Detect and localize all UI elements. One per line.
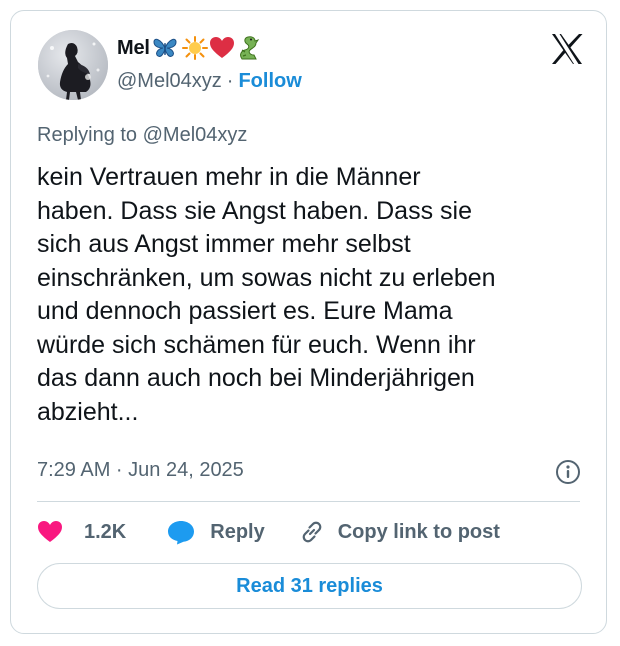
like-button[interactable]: 1.2K [37,520,126,544]
separator: · [226,70,234,92]
link-icon [299,519,325,545]
follow-button[interactable]: Follow [238,70,301,93]
dragon-icon [236,35,262,61]
heart-icon [209,36,235,60]
reply-context[interactable]: Replying to @Mel04xyz [37,124,247,147]
like-count: 1.2K [84,520,127,543]
reply-bubble-icon [167,519,195,545]
heart-icon [37,520,63,544]
timestamp[interactable]: 7:29 AM · Jun 24, 2025 [37,459,244,482]
author-name-row[interactable]: Mel [117,34,262,62]
tweet-card: Mel @Mel04xyz · Follow Replying to @Mel0… [10,10,607,634]
copy-link-button[interactable]: Copy link to post [299,519,500,545]
avatar[interactable] [38,30,108,100]
read-replies-label: Read 31 replies [236,574,383,597]
display-name[interactable]: Mel [117,37,150,60]
reply-label: Reply [210,520,265,543]
butterfly-icon [153,37,177,59]
name-emojis [153,35,262,61]
action-bar: 1.2K Reply Copy link to post [37,517,500,547]
tweet-text: kein Vertrauen mehr in die Männer haben.… [37,163,496,426]
x-logo-icon[interactable] [550,33,584,65]
divider [37,501,580,502]
reply-button[interactable]: Reply [167,519,265,545]
sun-icon [181,36,208,60]
copy-link-label: Copy link to post [337,520,500,543]
author-handle-row: @Mel04xyz · Follow [117,70,302,93]
info-icon[interactable] [555,459,581,485]
author-handle[interactable]: @Mel04xyz [117,70,222,93]
read-replies-button[interactable]: Read 31 replies [37,563,582,609]
